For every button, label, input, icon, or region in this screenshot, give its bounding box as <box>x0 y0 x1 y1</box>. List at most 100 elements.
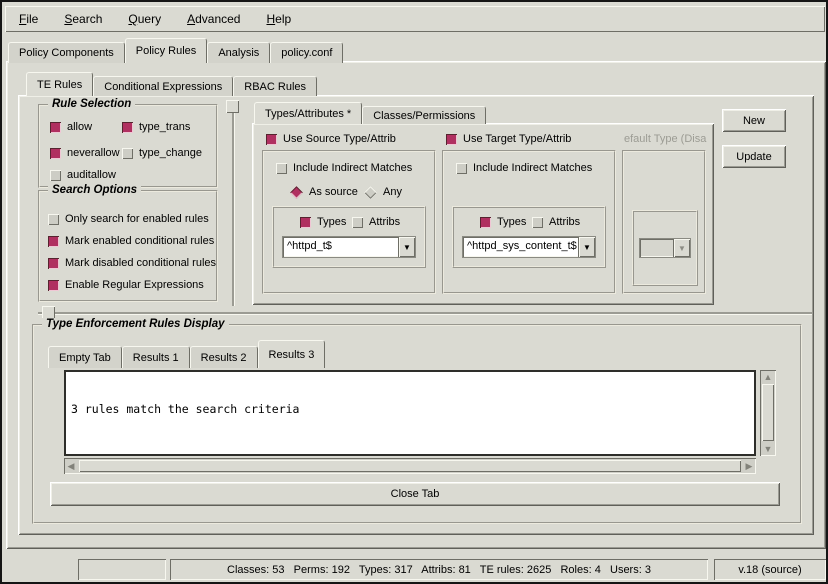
checkbox-mark-enabled-conditional[interactable]: Mark enabled conditional rules <box>48 235 214 247</box>
horizontal-scrollbar[interactable]: ◀ ▶ <box>64 458 756 474</box>
scroll-right-arrow-icon[interactable]: ▶ <box>743 460 755 472</box>
checkbox-label: Mark enabled conditional rules <box>65 235 214 247</box>
checkbox-auditallow[interactable]: auditallow <box>50 169 116 181</box>
checkbox-indicator <box>480 217 491 228</box>
checkbox-only-enabled-rules[interactable]: Only search for enabled rules <box>48 213 209 225</box>
combo-value[interactable]: ^httpd_sys_content_t$ <box>463 237 578 257</box>
tab-policy-components[interactable]: Policy Components <box>8 42 125 63</box>
button-label: New <box>743 115 765 127</box>
vertical-scroll-thumb[interactable] <box>762 384 774 441</box>
results-blank-line <box>71 444 749 456</box>
combo-value <box>640 239 673 257</box>
checkbox-label: Use Target Type/Attrib <box>463 133 571 145</box>
checkbox-use-source[interactable]: Use Source Type/Attrib <box>266 133 396 145</box>
radio-indicator <box>290 186 303 199</box>
checkbox-enable-regex[interactable]: Enable Regular Expressions <box>48 279 204 291</box>
update-button[interactable]: Update <box>722 145 786 168</box>
results-textarea[interactable]: 3 rules match the search criteria (5822)… <box>64 370 756 456</box>
checkbox-label: Include Indirect Matches <box>293 162 412 174</box>
scroll-up-arrow-icon[interactable]: ▲ <box>762 371 774 383</box>
tab-empty-tab[interactable]: Empty Tab <box>48 346 122 368</box>
checkbox-target-types[interactable]: Types <box>480 216 526 228</box>
checkbox-source-attribs[interactable]: Attribs <box>352 216 400 228</box>
checkbox-use-target[interactable]: Use Target Type/Attrib <box>446 133 571 145</box>
checkbox-neverallow[interactable]: neverallow <box>50 147 120 159</box>
source-type-combo[interactable]: ^httpd_t$ ▼ <box>282 236 416 258</box>
checkbox-mark-disabled-conditional[interactable]: Mark disabled conditional rules <box>48 257 216 269</box>
combo-dropdown-arrow-icon[interactable]: ▼ <box>398 237 415 257</box>
menu-bar: File Search Query Advanced Help <box>5 6 825 32</box>
default-type-box: ▼ <box>632 210 698 286</box>
vertical-scrollbar[interactable]: ▲ ▼ <box>760 370 776 456</box>
button-label: Update <box>736 151 771 163</box>
tab-te-rules[interactable]: TE Rules <box>26 72 93 96</box>
combo-dropdown-arrow-icon: ▼ <box>673 239 690 257</box>
group-title: Rule Selection <box>48 98 135 110</box>
tab-analysis[interactable]: Analysis <box>207 42 270 63</box>
menu-item-advanced[interactable]: Advanced <box>187 12 240 26</box>
checkbox-type-trans[interactable]: type_trans <box>122 121 190 133</box>
horizontal-sash-line <box>38 312 812 314</box>
checkbox-label: Attribs <box>369 216 400 228</box>
rules-tab-bar: TE Rules Conditional Expressions RBAC Ru… <box>26 72 317 96</box>
checkbox-indicator <box>266 134 277 145</box>
checkbox-indicator <box>48 280 59 291</box>
source-types-box: Types Attribs ^httpd_t$ ▼ <box>272 206 426 268</box>
group-te-rules-display: Type Enforcement Rules Display Empty Tab… <box>32 324 802 524</box>
tab-results-2[interactable]: Results 2 <box>190 346 258 368</box>
button-label: Close Tab <box>391 488 440 500</box>
checkbox-type-change[interactable]: type_change <box>122 147 202 159</box>
tab-label: Results 2 <box>201 352 247 364</box>
tab-policy-rules[interactable]: Policy Rules <box>125 38 208 63</box>
scroll-down-arrow-icon[interactable]: ▼ <box>762 443 774 455</box>
checkbox-label: type_change <box>139 147 202 159</box>
app-window: File Search Query Advanced Help Policy C… <box>0 0 828 584</box>
tab-label: RBAC Rules <box>244 81 306 93</box>
menu-item-help[interactable]: Help <box>266 12 291 26</box>
checkbox-source-indirect[interactable]: Include Indirect Matches <box>276 162 412 174</box>
menu-item-query[interactable]: Query <box>128 12 161 26</box>
target-type-combo[interactable]: ^httpd_sys_content_t$ ▼ <box>462 236 596 258</box>
checkbox-indicator <box>48 258 59 269</box>
combo-value[interactable]: ^httpd_t$ <box>283 237 398 257</box>
checkbox-target-attribs[interactable]: Attribs <box>532 216 580 228</box>
results-summary: 3 rules match the search criteria <box>71 402 749 416</box>
group-default-type: ▼ <box>622 150 706 294</box>
checkbox-indicator <box>446 134 457 145</box>
menu-item-file[interactable]: File <box>19 12 38 26</box>
vertical-sash-handle[interactable] <box>226 100 239 113</box>
checkbox-label: Use Source Type/Attrib <box>283 133 396 145</box>
criteria-tab-bar: Types/Attributes * Classes/Permissions <box>254 102 486 124</box>
tab-conditional-expressions[interactable]: Conditional Expressions <box>93 76 233 96</box>
new-button[interactable]: New <box>722 109 786 132</box>
default-type-label: efault Type (Disa <box>624 133 712 146</box>
checkbox-target-indirect[interactable]: Include Indirect Matches <box>456 162 592 174</box>
tab-label: Types/Attributes * <box>265 108 351 120</box>
tab-policy-conf[interactable]: policy.conf <box>270 42 343 63</box>
checkbox-indicator <box>276 163 287 174</box>
tab-types-attributes[interactable]: Types/Attributes * <box>254 102 362 124</box>
checkbox-allow[interactable]: allow <box>50 121 92 133</box>
menu-item-search[interactable]: Search <box>64 12 102 26</box>
tab-results-3[interactable]: Results 3 <box>258 340 326 368</box>
checkbox-indicator <box>456 163 467 174</box>
status-panel-stats: Classes: 53 Perms: 192 Types: 317 Attrib… <box>170 559 708 580</box>
checkbox-label: auditallow <box>67 169 116 181</box>
tab-label: TE Rules <box>37 79 82 91</box>
close-tab-button[interactable]: Close Tab <box>50 482 780 506</box>
vertical-sash-line <box>232 102 234 306</box>
status-stats: Classes: 53 Perms: 192 Types: 317 Attrib… <box>227 564 651 576</box>
checkbox-indicator <box>48 236 59 247</box>
radio-indicator <box>364 186 377 199</box>
checkbox-source-types[interactable]: Types <box>300 216 346 228</box>
radio-as-source[interactable]: As source <box>290 186 358 198</box>
tab-classes-permissions[interactable]: Classes/Permissions <box>362 106 486 124</box>
status-panel-empty <box>78 559 166 580</box>
tab-results-1[interactable]: Results 1 <box>122 346 190 368</box>
tab-rbac-rules[interactable]: RBAC Rules <box>233 76 317 96</box>
checkbox-label: neverallow <box>67 147 120 159</box>
combo-dropdown-arrow-icon[interactable]: ▼ <box>578 237 595 257</box>
radio-any[interactable]: Any <box>364 186 402 198</box>
horizontal-scroll-thumb[interactable] <box>79 460 741 472</box>
scroll-left-arrow-icon[interactable]: ◀ <box>65 460 77 472</box>
